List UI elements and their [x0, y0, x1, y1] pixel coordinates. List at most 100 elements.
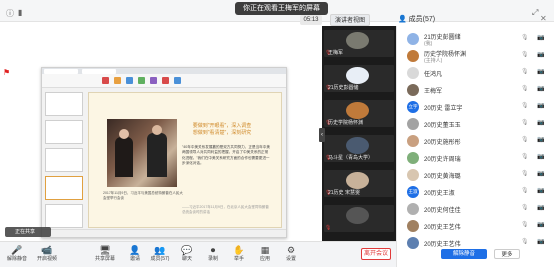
ribbon-button — [150, 77, 157, 84]
camera-icon[interactable]: 📷 — [537, 85, 544, 92]
avatar: 王淑 — [407, 186, 419, 198]
more-button[interactable]: 更多 — [494, 249, 520, 259]
member-name: 20历史何佳佳 — [424, 208, 461, 214]
toolbar-label: 共享屏幕 — [94, 256, 115, 262]
member-row[interactable]: 20历史许周瑞 🎙 📷 — [399, 150, 553, 166]
toolbar-label: 设置 — [285, 256, 296, 262]
member-name: 20历史 雷立宇 — [424, 106, 463, 112]
document-status-bar — [42, 229, 286, 237]
share-banner: 你正在观看王梅军的屏幕 — [235, 2, 328, 15]
speaker-view-button[interactable]: 演讲者视图 — [330, 14, 371, 26]
member-row[interactable]: 任鸿凡 🎙 📷 — [399, 65, 553, 81]
mic-icon[interactable]: 🎙 — [521, 51, 529, 58]
participant-avatar — [346, 102, 369, 119]
mic-icon[interactable]: 🎙 — [521, 34, 529, 41]
ribbon-button — [126, 77, 133, 84]
slide-thumbnail — [45, 120, 83, 144]
meeting-toolbar: 🎤 解除静音 📹 开启视频 🖥 共享屏幕 👤 邀请 👥 成员(57) 💬 聊天 ⏺ 录制 ✋ 举手 ▦ 应用 ⚙ 设置 — [0, 241, 396, 267]
settings-icon: ⚙ — [286, 245, 296, 255]
member-row[interactable]: 20历史何佳佳 🎙 📷 — [399, 201, 553, 217]
camera-icon[interactable]: 📷 — [537, 187, 544, 194]
top-bar: 你正在观看王梅军的屏幕 ⓘ ▮ ⤢ — [0, 0, 554, 22]
mic-icon[interactable]: 🎙 — [521, 238, 529, 245]
member-row[interactable]: 王梅军 🎙 📷 — [399, 82, 553, 98]
person-face — [152, 125, 162, 135]
camera-icon[interactable]: 📷 — [537, 221, 544, 228]
video-tile[interactable]: 🎙 — [324, 205, 394, 232]
video-tile[interactable]: 🎙 21历史彭圆储 — [324, 65, 394, 92]
mic-icon[interactable]: 🎙 — [521, 221, 529, 228]
avatar: 立宇 — [407, 101, 419, 113]
person-face — [119, 129, 129, 139]
close-icon[interactable]: ✕ — [540, 14, 547, 23]
mic-icon[interactable]: 🎙 — [521, 153, 529, 160]
avatar — [407, 203, 419, 215]
members-title-label: 成员(57) — [408, 16, 436, 23]
slide-heading: 要做到"开眼看"，深入调查 想做到"看清楚"，深刻研究 — [192, 123, 252, 136]
slide-photo — [107, 119, 177, 187]
mic-icon[interactable]: 🎙 — [521, 102, 529, 109]
video-tile[interactable]: 🎙 马斗星（青岛大学） — [324, 135, 394, 162]
ribbon-button — [162, 77, 169, 84]
shared-screen-stage: ⚑ 2017年11月9日，习近平与美国总统特朗普在人民大会堂举行会谈 要做到"开… — [0, 26, 322, 241]
participant-name: 历史学院杨怀渊 — [328, 120, 364, 126]
member-row[interactable]: 历史学院杨怀渊 (主持人) 🎙 📷 — [399, 48, 553, 64]
shared-window: 2017年11月9日，习近平与美国总统特朗普在人民大会堂举行会谈 要做到"开眼看… — [41, 67, 287, 238]
video-off-button[interactable]: 📹 开启视频 — [32, 245, 62, 267]
avatar — [407, 237, 419, 249]
ribbon-button — [114, 77, 121, 84]
toolbar-label: 开启视频 — [36, 256, 57, 262]
video-tile[interactable]: 🎙 21历史 宋慧雯 — [324, 170, 394, 197]
camera-icon[interactable]: 📷 — [537, 68, 544, 75]
camera-icon[interactable]: 📷 — [537, 204, 544, 211]
ribbon-button — [138, 77, 145, 84]
camera-icon[interactable]: 📷 — [537, 119, 544, 126]
unmute-all-button[interactable]: 解除静音 — [441, 249, 487, 259]
mic-icon[interactable]: 🎙 — [521, 170, 529, 177]
members-panel: 21历史彭圆储 (我) 🎙 📷 历史学院杨怀渊 (主持人) 🎙 📷 任鸿凡 🎙 📷 王梅军 🎙 📷 立宇 20… — [396, 26, 554, 267]
camera-icon[interactable]: 📷 — [537, 136, 544, 143]
camera-icon[interactable]: 📷 — [537, 170, 544, 177]
avatar — [407, 152, 419, 164]
mic-icon[interactable]: 🎙 — [521, 136, 529, 143]
member-role: (主持人) — [424, 58, 443, 64]
ribbon — [42, 74, 286, 88]
member-row[interactable]: 20历史董玉玉 🎙 📷 — [399, 116, 553, 132]
person-figure — [115, 137, 133, 177]
members-button[interactable]: 👥 成员(57) — [145, 245, 175, 267]
camera-icon[interactable]: 📷 — [537, 238, 544, 245]
mic-icon[interactable]: 🎙 — [521, 85, 529, 92]
slide-thumbnail-selected — [45, 176, 83, 200]
signal-icon: ▮ — [18, 8, 23, 17]
photo-caption: 2017年11月9日，习近平与美国总统特朗普在人民大会堂举行会谈 — [103, 191, 183, 200]
member-row[interactable]: 20历史王艺伟 🎙 📷 — [399, 218, 553, 234]
member-row[interactable]: 王淑 20历史王淑 🎙 📷 — [399, 184, 553, 200]
camera-icon[interactable]: 📷 — [537, 102, 544, 109]
mic-icon[interactable]: 🎙 — [521, 68, 529, 75]
member-row[interactable]: 立宇 20历史 雷立宇 🎙 📷 — [399, 99, 553, 115]
info-icon[interactable]: ⓘ — [6, 8, 14, 19]
camera-icon[interactable]: 📷 — [537, 51, 544, 58]
member-row[interactable]: 21历史彭圆储 (我) 🎙 📷 — [399, 31, 553, 47]
video-tile[interactable]: 🎙 王梅军 — [324, 30, 394, 57]
camera-icon[interactable]: 📷 — [537, 34, 544, 41]
member-row[interactable]: 20历史黄海璐 🎙 📷 — [399, 167, 553, 183]
mic-icon[interactable]: 🎙 — [521, 187, 529, 194]
settings-button[interactable]: ⚙ 设置 — [276, 245, 306, 267]
avatar — [407, 67, 419, 79]
member-name: 20历史施彤彤 — [424, 140, 461, 146]
mic-muted-button[interactable]: 🎤 解除静音 — [2, 245, 32, 267]
avatar — [407, 33, 419, 45]
sharing-mini-window[interactable]: 正在共享 — [5, 227, 51, 237]
member-row[interactable]: 20历史施彤彤 🎙 📷 — [399, 133, 553, 149]
avatar — [407, 84, 419, 96]
maximize-icon[interactable]: ⤢ — [532, 8, 538, 18]
collapse-gallery-icon[interactable]: ‹ — [319, 128, 325, 142]
camera-icon[interactable]: 📷 — [537, 153, 544, 160]
leave-meeting-button[interactable]: 离开会议 — [361, 248, 391, 260]
participant-name: 21历史彭圆储 — [328, 85, 359, 91]
video-tile[interactable]: 🎙 历史学院杨怀渊 — [324, 100, 394, 127]
share-screen-button[interactable]: 🖥 共享屏幕 — [90, 245, 120, 267]
mic-icon[interactable]: 🎙 — [521, 119, 529, 126]
mic-icon[interactable]: 🎙 — [521, 204, 529, 211]
